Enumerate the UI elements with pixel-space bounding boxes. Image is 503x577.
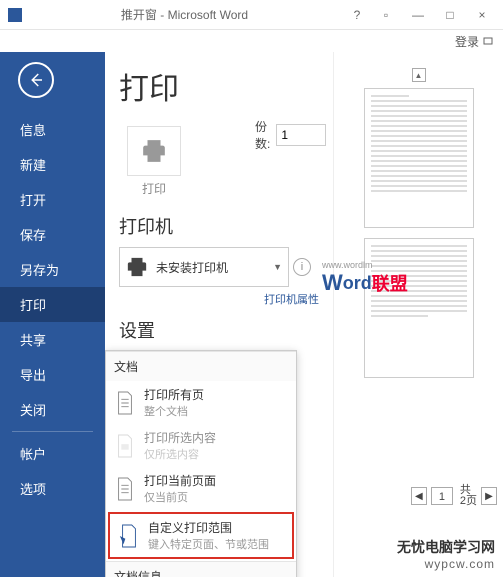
titlebar: 推开窗 - Microsoft Word ? ▫ — □ × [0, 0, 503, 30]
print-preview-pane: ▲ www.wordlm Word 联盟 ◀ 1 共 2页 [333, 52, 503, 577]
login-dropdown-icon[interactable] [483, 36, 493, 46]
chevron-down-icon: ▼ [273, 262, 282, 272]
nav-save[interactable]: 保存 [0, 217, 105, 252]
printer-name: 未安装打印机 [156, 259, 265, 276]
printer-properties-link[interactable]: 打印机属性 [119, 291, 319, 307]
nav-print[interactable]: 打印 [0, 287, 105, 322]
login-row: 登录 [0, 30, 503, 52]
backstage-sidebar: 信息 新建 打开 保存 另存为 打印 共享 导出 关闭 帐户 选项 [0, 52, 105, 577]
option-print-selection[interactable]: 打印所选内容 仅所选内容 [106, 424, 296, 467]
nav-saveas[interactable]: 另存为 [0, 252, 105, 287]
print-settings-panel: 打印 份数: ▲▼ 打印 打印机 未安装打印机 ▼ i [105, 52, 333, 577]
printer-section-heading: 打印机 [119, 213, 333, 239]
dropdown-group-docinfo: 文档信息 [106, 561, 296, 577]
nav-export[interactable]: 导出 [0, 357, 105, 392]
print-range-dropdown: 文档 打印所有页 整个文档 打印所选内容 仅所选内容 [105, 350, 297, 577]
word-app-icon [8, 8, 22, 22]
nav-close[interactable]: 关闭 [0, 392, 105, 427]
page-preview-2 [364, 238, 474, 378]
login-link[interactable]: 登录 [455, 33, 479, 50]
current-page-input[interactable]: 1 [431, 487, 453, 505]
printer-icon [141, 138, 167, 164]
nav-options[interactable]: 选项 [0, 471, 105, 506]
back-button[interactable] [18, 62, 54, 98]
arrow-left-icon [27, 71, 45, 89]
site-watermark: 无忧电脑学习网 wypcw.com [397, 537, 495, 571]
scroll-up-button[interactable]: ▲ [412, 68, 426, 82]
help-icon[interactable]: ? [347, 5, 367, 25]
page-total: 共 2页 [460, 485, 477, 507]
printer-info-icon[interactable]: i [293, 258, 311, 276]
page-navigator: ◀ 1 共 2页 ▶ [411, 485, 497, 507]
settings-section-heading: 设置 [119, 317, 333, 343]
dropdown-group-doc: 文档 [106, 351, 296, 381]
option-print-all[interactable]: 打印所有页 整个文档 [106, 381, 296, 424]
nav-info[interactable]: 信息 [0, 112, 105, 147]
watermark-logo: www.wordlm Word 联盟 [322, 260, 408, 296]
option-print-custom[interactable]: 自定义打印范围 键入特定页面、节或范围 [108, 512, 294, 559]
minimize-button[interactable]: — [405, 5, 431, 25]
maximize-button[interactable]: □ [437, 5, 463, 25]
printer-selector[interactable]: 未安装打印机 ▼ [119, 247, 289, 287]
print-button-label: 打印 [142, 180, 166, 197]
copies-input[interactable] [276, 124, 326, 146]
nav-separator [12, 431, 93, 432]
print-heading: 打印 [119, 64, 333, 108]
nav-account[interactable]: 帐户 [0, 436, 105, 471]
restore-window-button[interactable]: ▫ [373, 5, 399, 25]
nav-new[interactable]: 新建 [0, 147, 105, 182]
next-page-button[interactable]: ▶ [481, 487, 497, 505]
close-button[interactable]: × [469, 5, 495, 25]
nav-share[interactable]: 共享 [0, 322, 105, 357]
page-preview-1 [364, 88, 474, 228]
window-title: 推开窗 - Microsoft Word [28, 6, 341, 23]
printer-icon [126, 256, 148, 278]
option-print-current[interactable]: 打印当前页面 仅当前页 [106, 467, 296, 510]
prev-page-button[interactable]: ◀ [411, 487, 427, 505]
nav-open[interactable]: 打开 [0, 182, 105, 217]
copies-label: 份数: [255, 118, 270, 152]
print-button[interactable] [127, 126, 181, 176]
